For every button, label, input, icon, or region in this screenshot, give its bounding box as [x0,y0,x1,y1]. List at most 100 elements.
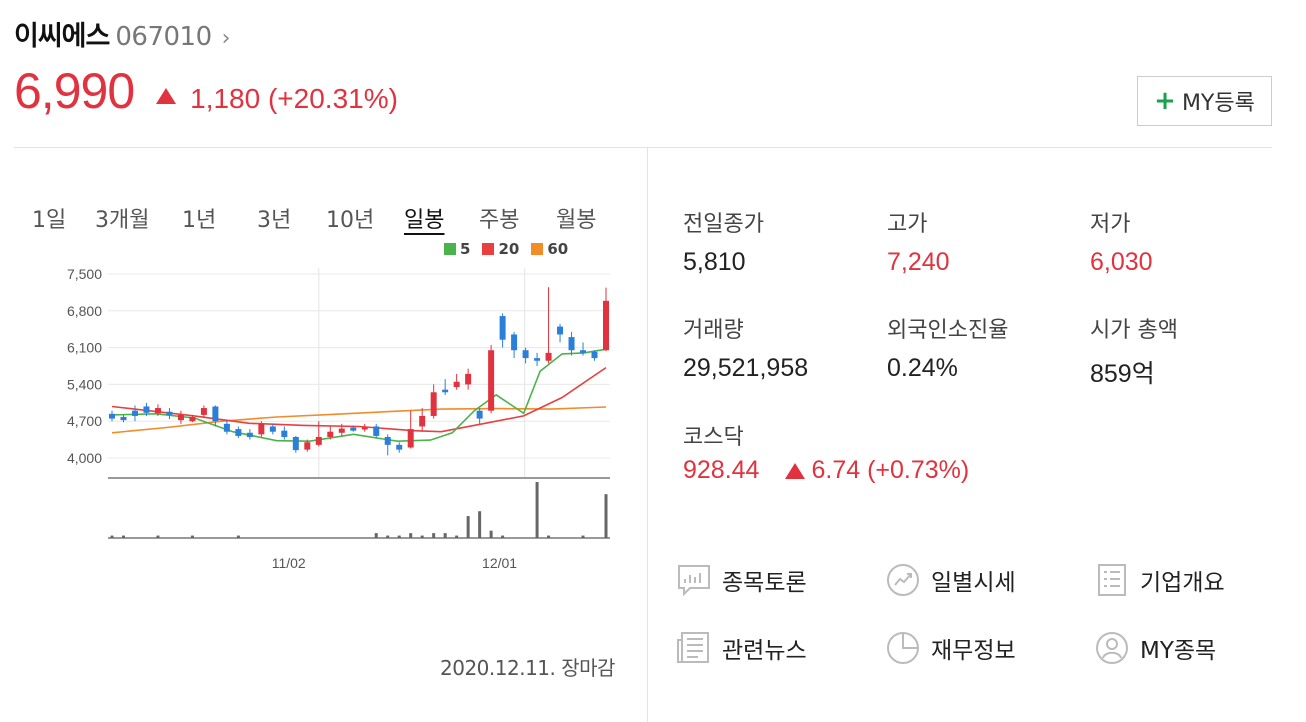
stock-name[interactable]: 이씨에스 [14,14,110,53]
stat-value: 29,521,958 [683,354,809,382]
candle-body [200,408,207,415]
volume-bar [443,533,447,538]
link-label: MY종목 [1140,638,1217,664]
user-icon [1096,632,1128,664]
stat-market-cap: 시가 총액 859억 [1090,312,1178,390]
candle-body [430,392,437,416]
candle-body [545,352,552,361]
volume-bar [121,535,125,538]
candle-body [189,416,196,422]
y-tick-label: 4,000 [67,450,102,466]
kosdaq-change: 6.74 (+0.73%) [811,456,970,484]
candle-body [246,432,253,437]
price-change: 1,180 (+20.31%) [190,83,398,114]
tab-monthly-candle[interactable]: 월봉 [556,202,596,234]
kosdaq-index: 928.44 [683,456,760,484]
link-label: 관련뉴스 [722,638,807,664]
stock-title-row[interactable]: 이씨에스 067010 › [14,14,230,53]
stock-header: 이씨에스 067010 › [14,14,230,53]
link-company-overview[interactable]: 기업개요 [1094,562,1225,598]
tab-3months[interactable]: 3개월 [95,202,149,234]
tab-10years[interactable]: 10년 [326,202,374,234]
candle-body [131,410,138,416]
candle-body [143,406,150,413]
candle-body [522,350,529,359]
chart-legend: 5 20 60 [444,240,568,258]
stat-value: 6,030 [1090,248,1153,276]
chevron-right-icon[interactable]: › [222,26,231,51]
legend-ma5-swatch [444,243,456,255]
candle-body [292,436,299,451]
volume-bar [466,516,470,538]
stock-code: 067010 [115,22,212,52]
legend-ma60: 60 [531,240,568,258]
candle-body [511,334,518,351]
stat-value: 5,810 [683,248,746,276]
tab-1year[interactable]: 1년 [182,202,216,234]
tab-daily-candle[interactable]: 일봉 [404,202,444,234]
volume-bar [110,535,114,538]
link-discussion[interactable]: 종목토론 [676,562,807,598]
price-row: 6,990 1,180 (+20.31%) [14,62,398,120]
tab-weekly-candle[interactable]: 주봉 [479,202,519,234]
candle-body [223,423,230,432]
link-label: 재무정보 [931,638,1016,664]
candle-body [361,427,368,430]
market-close-date: 2020.12.11. 장마감 [440,656,615,680]
volume-bar [604,494,608,538]
column-divider [647,148,648,722]
stat-high: 고가 7,240 [887,206,950,277]
volume-bar [374,533,378,538]
stat-label: 저가 [1090,212,1131,237]
stat-low: 저가 6,030 [1090,206,1153,277]
y-tick-label: 6,800 [67,303,102,319]
volume-bar [432,533,436,538]
link-label: 종목토론 [722,570,807,596]
news-icon [677,632,709,663]
up-arrow-icon [785,462,806,479]
candle-body [109,413,115,419]
candle-body [154,408,161,414]
my-register-button[interactable]: + MY등록 [1137,76,1272,126]
document-list-icon [1098,564,1126,596]
legend-ma5: 5 [444,240,470,258]
kosdaq-value-row: 928.44 6.74 (+0.73%) [683,456,969,485]
price-chart[interactable]: 7,500 6,800 6,100 5,400 4,700 4,000 11/02 12/01 [48,260,628,580]
candle-body [212,406,219,422]
candle-body [177,414,184,421]
tab-1day[interactable]: 1일 [32,202,66,234]
candle-body [488,350,495,411]
y-tick-label: 5,400 [67,376,102,392]
volume-bar [397,535,401,538]
candle-body [166,411,173,415]
volume-bar [190,535,194,538]
candle-body [120,416,127,421]
legend-ma60-swatch [531,243,544,255]
candle-body [304,442,311,450]
candle-body [453,381,460,388]
link-daily-price[interactable]: 일별시세 [885,562,1016,598]
ma20-line [111,366,607,433]
link-label: 기업개요 [1140,570,1225,596]
link-financial-info[interactable]: 재무정보 [885,630,1016,666]
stat-volume: 거래량 29,521,958 [683,312,808,383]
link-my-stocks[interactable]: MY종목 [1094,630,1216,666]
stat-label: 전일종가 [683,212,764,237]
candle-body [373,426,380,436]
candle-body [350,427,357,431]
volume-bar [581,535,585,538]
stat-value: 859억 [1090,360,1155,388]
link-related-news[interactable]: 관련뉴스 [676,630,807,666]
candle-body [603,300,609,351]
pie-chart-icon [887,632,919,664]
stat-label: 외국인소진율 [887,318,1009,343]
volume-bar [489,530,493,538]
legend-ma20-swatch [482,243,495,255]
candle-body [465,373,472,385]
candle-body [338,428,345,433]
tab-3years[interactable]: 3년 [257,202,291,234]
up-arrow-icon [156,88,177,104]
candle-body [396,444,403,450]
volume-bar [455,535,459,538]
stat-label: 고가 [887,212,928,237]
